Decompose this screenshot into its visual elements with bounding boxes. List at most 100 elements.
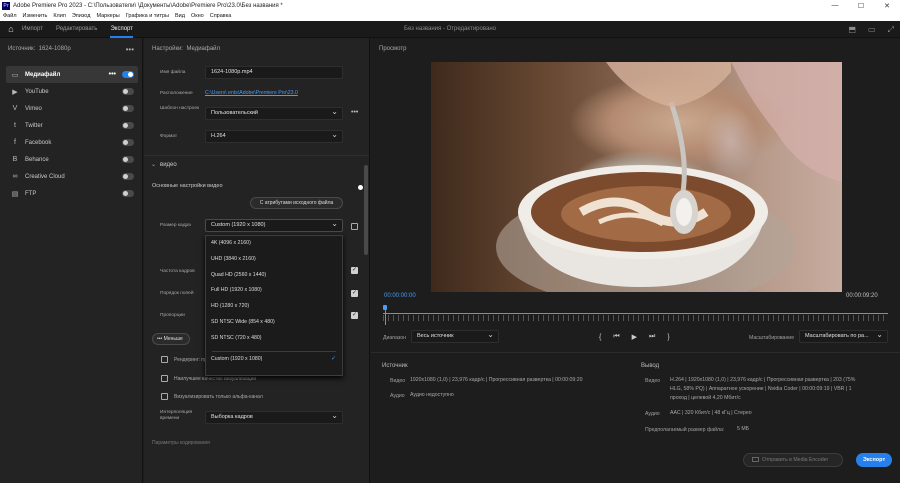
preset-select[interactable]: Пользовательский: [205, 106, 343, 120]
frame-option[interactable]: SD NTSC Wide (854 x 480): [206, 315, 342, 331]
destination-ftp[interactable]: ▤ FTP: [6, 185, 138, 202]
maximize-icon[interactable]: ☐: [848, 2, 874, 10]
encoding-settings-heading[interactable]: Параметры кодирования: [152, 440, 210, 446]
progress-icon[interactable]: ▭: [868, 21, 876, 38]
match-source-button[interactable]: С атрибутами исходного файла: [250, 197, 343, 209]
current-timecode[interactable]: 00:00:00:00: [384, 293, 416, 299]
output-audio-key: Аудио: [645, 411, 660, 417]
destination-youtube[interactable]: ▶ YouTube: [6, 83, 138, 100]
frame-option[interactable]: SD NTSC (720 x 480): [206, 331, 342, 347]
file-name-input[interactable]: 1624-1080p.mp4: [205, 66, 343, 79]
range-select[interactable]: Весь источник: [411, 329, 499, 343]
preset-more-icon[interactable]: •••: [351, 109, 358, 116]
tab-edit[interactable]: Редактировать: [56, 21, 97, 38]
alpha-only-checkbox[interactable]: [161, 393, 168, 400]
output-video-value-2: HLG, 58% PQ) | Аппаратное ускорение | Nv…: [670, 386, 852, 392]
frame-size-select[interactable]: Custom (1920 x 1080): [205, 218, 343, 232]
export-button[interactable]: Экспорт: [856, 453, 892, 467]
twitter-icon: t: [14, 122, 16, 129]
menu-edit[interactable]: Изменить: [23, 13, 48, 19]
destination-facebook[interactable]: f Facebook: [6, 134, 138, 151]
fullscreen-icon[interactable]: ⤢: [888, 21, 894, 38]
menu-graphics[interactable]: Графика и титры: [126, 13, 169, 19]
play-icon[interactable]: ▶: [632, 333, 637, 341]
menu-sequence[interactable]: Эпизод: [72, 13, 91, 19]
menu-markers[interactable]: Маркеры: [96, 13, 119, 19]
field-order-checkbox[interactable]: [351, 289, 358, 297]
preview-title: Просмотр: [379, 46, 407, 52]
mark-out-icon[interactable]: }: [667, 334, 669, 341]
file-size-key: Предполагаемый размер файла:: [645, 427, 725, 433]
destination-twitter[interactable]: t Twitter: [6, 117, 138, 134]
divider: [144, 155, 369, 156]
output-video-key: Видео: [645, 378, 661, 384]
title-bar: Pr Adobe Premiere Pro 2023 - C:\Пользова…: [0, 0, 900, 11]
frame-option[interactable]: Quad HD (2560 x 1440): [206, 268, 342, 284]
frame-option[interactable]: UHD (3840 x 2160): [206, 252, 342, 268]
timeline-scrubber[interactable]: [383, 305, 888, 325]
aspect-checkbox[interactable]: [351, 311, 358, 319]
frame-option[interactable]: Full HD (1920 x 1080): [206, 283, 342, 299]
more-icon[interactable]: •••: [126, 45, 134, 54]
destination-behance[interactable]: B Behance: [6, 151, 138, 168]
mark-in-icon[interactable]: {: [599, 334, 601, 341]
max-quality-checkbox[interactable]: [161, 375, 168, 382]
settings-label: Настройки:: [152, 46, 184, 52]
tab-import[interactable]: Импорт: [22, 21, 43, 38]
scale-select[interactable]: Масштабировать по ра...: [799, 329, 888, 343]
tab-export[interactable]: Экспорт: [110, 21, 133, 38]
destination-toggle[interactable]: [122, 173, 134, 180]
step-forward-icon[interactable]: ⏭: [649, 333, 655, 341]
media-file-icon: ▭: [11, 71, 19, 79]
video-preview: [431, 62, 842, 292]
destination-toggle[interactable]: [122, 122, 134, 129]
minimize-icon[interactable]: —: [822, 2, 848, 10]
settings-value: Медиафайл: [186, 46, 221, 52]
menu-view[interactable]: Вид: [175, 13, 185, 19]
destination-toggle[interactable]: [122, 139, 134, 146]
settings-scrollbar[interactable]: [364, 165, 368, 255]
end-timecode: 00:00:09:20: [846, 293, 878, 299]
destination-label: Facebook: [25, 139, 52, 146]
menu-clip[interactable]: Клип: [53, 13, 65, 19]
menu-bar: Файл Изменить Клип Эпизод Маркеры График…: [0, 11, 900, 21]
send-to-media-encoder-button[interactable]: Отправить в Media Encoder: [743, 453, 843, 467]
format-select[interactable]: H.264: [205, 129, 343, 143]
step-back-icon[interactable]: ⏮: [613, 333, 619, 341]
playhead[interactable]: [383, 305, 387, 325]
frame-option[interactable]: 4K (4096 x 2160): [206, 236, 342, 252]
destination-creative-cloud[interactable]: ∞ Creative Cloud: [6, 168, 138, 185]
frame-rate-checkbox[interactable]: [351, 266, 358, 274]
close-icon[interactable]: ✕: [874, 2, 900, 10]
output-video-value-3: проход | целевой 4,20 Мбит/с: [670, 395, 741, 401]
destination-toggle[interactable]: [122, 88, 134, 95]
timeline-track: [383, 313, 888, 314]
destination-media-file[interactable]: ▭ Медиафайл •••: [6, 66, 138, 83]
video-section-title[interactable]: видео: [160, 162, 177, 168]
frame-option[interactable]: HD (1280 x 720): [206, 299, 342, 315]
menu-file[interactable]: Файл: [3, 13, 17, 19]
source-header: Источник: 1624-1080p •••: [0, 38, 142, 60]
media-encoder-icon: [752, 457, 759, 463]
video-basic-heading: Основные настройки видео: [152, 183, 223, 189]
menu-help[interactable]: Справка: [210, 13, 232, 19]
scale-label: Масштабирование: [749, 335, 795, 341]
less-button[interactable]: ••• Меньше: [152, 333, 190, 345]
destination-toggle[interactable]: [122, 156, 134, 163]
destination-toggle[interactable]: [122, 71, 134, 78]
chevron-down-icon[interactable]: ⌄: [151, 161, 156, 168]
destination-vimeo[interactable]: V Vimeo: [6, 100, 138, 117]
frame-option-selected[interactable]: Custom (1920 x 1080): [206, 352, 342, 368]
frame-size-checkbox[interactable]: [351, 223, 358, 230]
more-icon[interactable]: •••: [109, 71, 116, 78]
quick-export-icon[interactable]: ⬒: [848, 21, 856, 38]
menu-window[interactable]: Окно: [191, 13, 204, 19]
interpolation-select[interactable]: Выборка кадров: [205, 410, 343, 424]
render-alpha-checkbox[interactable]: [161, 356, 168, 363]
home-icon[interactable]: ⌂: [0, 24, 22, 34]
output-video-value-1: H.264 | 1920x1080 (1,0) | 23,976 кадр/с …: [670, 377, 856, 383]
destination-toggle[interactable]: [122, 105, 134, 112]
location-link[interactable]: C:\Users\ ents\Adobe\Premiere Pro\23.0: [205, 90, 298, 96]
field-order-label: Порядок полей: [160, 291, 194, 296]
destination-toggle[interactable]: [122, 190, 134, 197]
